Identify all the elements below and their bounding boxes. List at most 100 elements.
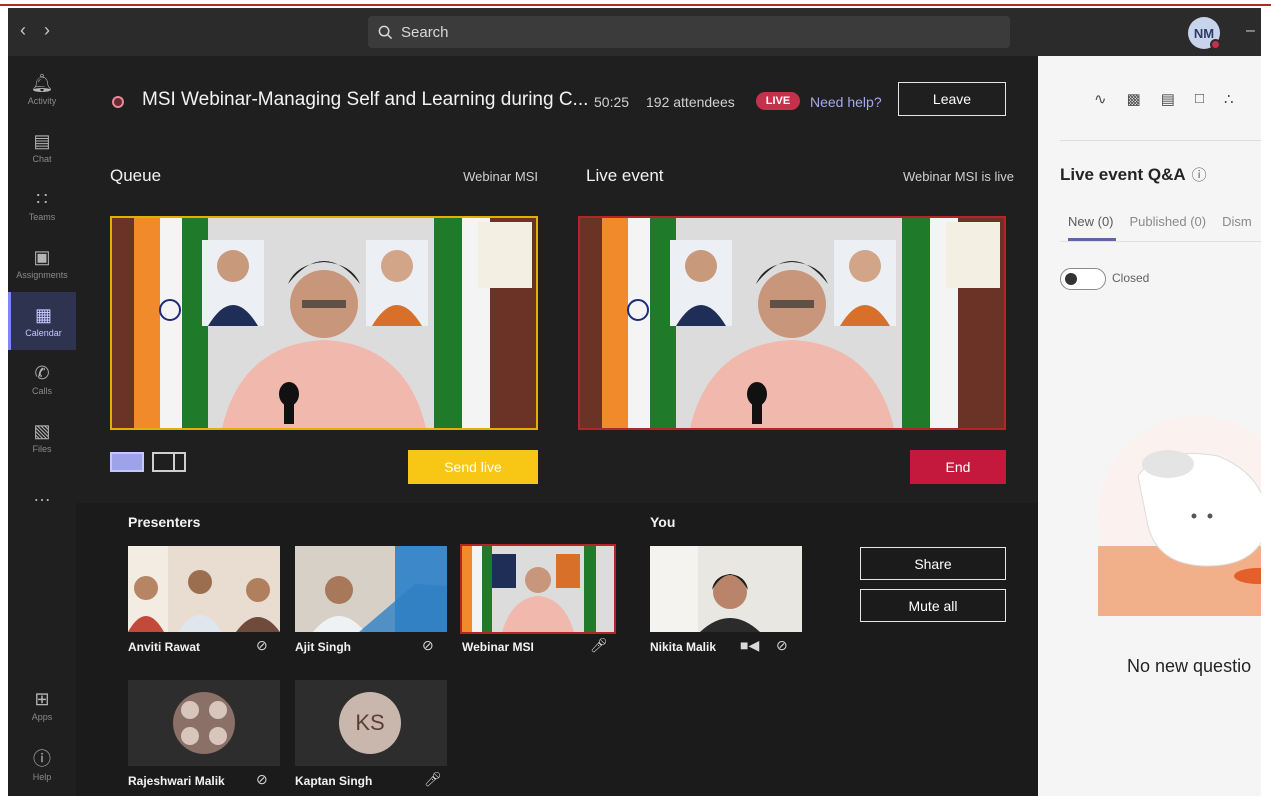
elapsed-time: 50:25 — [594, 94, 630, 110]
tabs-divider — [1060, 241, 1261, 242]
notes-icon[interactable]: ▤ — [1161, 90, 1175, 108]
panel-toolbar: ∿ ▩ ▤ □ ∴ — [1094, 90, 1234, 108]
user-initials: NM — [1193, 25, 1215, 41]
presenter-name: Webinar MSI — [462, 640, 534, 654]
you-heading: You — [650, 514, 676, 530]
your-name: Nikita Malik — [650, 640, 717, 654]
help-circle-icon[interactable]: ⓘ — [1192, 167, 1207, 184]
rail-label: Help — [32, 771, 52, 782]
your-video — [650, 546, 802, 632]
mic-off-icon[interactable]: ⊘ — [422, 637, 434, 654]
presenter-name: Anviti Rawat — [128, 640, 201, 654]
rail-item-files[interactable]: ▧ Files — [8, 408, 76, 466]
qa-icon[interactable]: ▩ — [1127, 90, 1141, 108]
mute-all-button[interactable]: Mute all — [860, 589, 1006, 622]
rail-item-activity[interactable]: 🔔︎ Activity — [8, 60, 76, 118]
presenter-name: Rajeshwari Malik — [128, 774, 225, 788]
split-layout-button[interactable] — [152, 452, 186, 472]
rail-item-teams[interactable]: ∷ Teams — [8, 176, 76, 234]
user-avatar[interactable]: NM — [1188, 17, 1221, 50]
status-busy-icon — [1210, 39, 1221, 50]
empty-state-text: No new questio — [1127, 656, 1252, 676]
tab-dismissed[interactable]: Dism — [1222, 214, 1252, 229]
presenter-name: Ajit Singh — [295, 640, 351, 654]
queue-title: Queue — [110, 166, 162, 185]
camera-icon[interactable]: ■◀ — [740, 637, 759, 654]
rail-label: Apps — [31, 711, 53, 722]
rail-label: Activity — [27, 95, 57, 106]
live-preview[interactable] — [578, 216, 1006, 430]
share-button[interactable]: Share — [860, 547, 1006, 580]
calendar-icon: ▦ — [34, 304, 52, 325]
empty-jar-illustration — [1098, 416, 1261, 616]
presenter-tile[interactable] — [295, 546, 447, 632]
divider — [1060, 140, 1261, 141]
rail-item-calls[interactable]: ✆ Calls — [8, 350, 76, 408]
rail-label: Teams — [28, 211, 56, 222]
files-icon: ▧ — [33, 420, 51, 441]
rail-label: Calendar — [25, 327, 62, 338]
nav-arrows: ‹ › — [20, 20, 50, 41]
bell-icon: 🔔︎ — [30, 72, 54, 93]
apps-icon: ⊞ — [34, 688, 50, 709]
presenter-tile[interactable]: KS — [295, 680, 447, 766]
toggle-knob — [1065, 273, 1077, 285]
qa-title: Live event Q&A ⓘ — [1060, 164, 1207, 185]
more-apps-button[interactable]: … — [8, 466, 76, 524]
presenter-video — [462, 546, 614, 632]
rail-item-assignments[interactable]: ▣ Assignments — [8, 234, 76, 292]
minimize-icon[interactable]: – — [1246, 22, 1255, 40]
send-live-button[interactable]: Send live — [408, 450, 538, 484]
split-divider-icon — [173, 454, 175, 470]
single-layout-button[interactable] — [110, 452, 144, 472]
search-input[interactable] — [401, 23, 981, 41]
queue-preview[interactable] — [110, 216, 538, 430]
mic-off-icon[interactable]: ⊘ — [256, 771, 268, 788]
teams-window: ‹ › NM – 🔔︎ Activity ▤ Chat ∷ Teams ▣ As… — [8, 8, 1261, 796]
live-event-subtitle: Webinar MSI is live — [902, 169, 1014, 184]
rail-item-chat[interactable]: ▤ Chat — [8, 118, 76, 176]
mic-icon[interactable]: 🎤︎ — [590, 637, 608, 654]
rail-item-help[interactable]: ⓘ Help — [8, 736, 76, 794]
more-dots-icon: … — [33, 485, 51, 505]
chat-icon: ▤ — [33, 130, 51, 151]
rail-label: Chat — [32, 153, 52, 164]
presenter-tile-selected[interactable] — [460, 544, 616, 634]
qa-title-text: Live event Q&A — [1060, 165, 1186, 184]
tab-new[interactable]: New (0) — [1068, 214, 1114, 229]
need-help-link[interactable]: Need help? — [810, 94, 882, 110]
mic-off-icon[interactable]: ⊘ — [256, 637, 268, 654]
rail-item-calendar[interactable]: ▦ Calendar — [8, 292, 76, 350]
mic-off-icon[interactable]: ⊘ — [776, 637, 788, 654]
recording-icon — [112, 96, 124, 108]
mic-icon[interactable]: 🎤︎ — [424, 771, 442, 788]
presenter-video — [295, 546, 447, 632]
your-video-tile[interactable] — [650, 546, 802, 632]
rail-label: Calls — [31, 385, 52, 396]
leave-button[interactable]: Leave — [898, 82, 1006, 116]
presenter-tile[interactable] — [128, 680, 280, 766]
top-border — [0, 0, 1271, 6]
forward-arrow-icon[interactable]: › — [44, 20, 50, 41]
chat-icon[interactable]: □ — [1195, 90, 1204, 108]
rail-label: Assignments — [16, 269, 68, 280]
producer-view: MSI Webinar-Managing Self and Learning d… — [76, 56, 1038, 796]
toggle-label: Closed — [1112, 271, 1150, 285]
qa-open-toggle[interactable] — [1060, 268, 1106, 290]
live-event-title: Live event — [586, 166, 664, 185]
end-button[interactable]: End — [910, 450, 1006, 484]
qa-tabs: New (0) Published (0) Dism — [1068, 214, 1252, 229]
presenter-tile[interactable] — [128, 546, 280, 632]
qa-panel: ∿ ▩ ▤ □ ∴ Live event Q&A ⓘ New (0) Publis… — [1038, 56, 1261, 796]
rail-item-apps[interactable]: ⊞ Apps — [8, 676, 76, 734]
tab-published[interactable]: Published (0) — [1130, 214, 1207, 229]
search-bar[interactable] — [368, 16, 1010, 48]
more-panel-icon[interactable]: ∴ — [1224, 90, 1234, 108]
health-icon[interactable]: ∿ — [1094, 90, 1107, 108]
presenter-initials-avatar: KS — [339, 692, 401, 754]
rail-label: Files — [32, 443, 52, 454]
app-rail: 🔔︎ Activity ▤ Chat ∷ Teams ▣ Assignments… — [8, 56, 76, 796]
presenter-name: Kaptan Singh — [295, 774, 373, 788]
back-arrow-icon[interactable]: ‹ — [20, 20, 26, 41]
event-title: MSI Webinar-Managing Self and Learning d… — [142, 89, 589, 110]
